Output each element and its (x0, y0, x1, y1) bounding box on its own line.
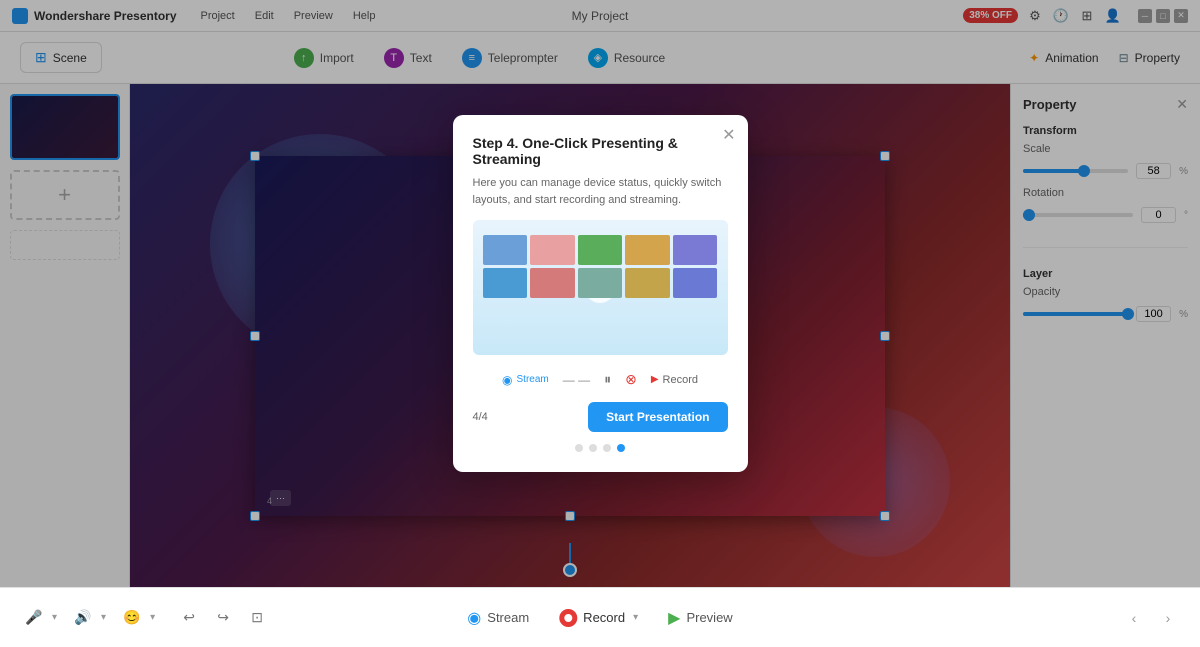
thumb-10 (673, 268, 718, 298)
speaker-group: 🔊 ▾ (69, 604, 106, 632)
camera-button[interactable]: 😊 (118, 604, 146, 632)
stream-label: Stream (487, 610, 529, 625)
stream-mini-indicator: ◉ Stream (502, 373, 549, 387)
mic-group: 🎤 ▾ (20, 604, 57, 632)
bottom-bar: 🎤 ▾ 🔊 ▾ 😊 ▾ ↩ ↪ ⊡ ◉ Stream Record ▾ ▶ (0, 587, 1200, 647)
stop-mini-button[interactable]: ⊗ (625, 371, 637, 388)
record-label: Record (583, 610, 625, 625)
layout-button[interactable]: ⊡ (243, 604, 271, 632)
stream-mini-label: Stream (517, 374, 549, 385)
separator-mini: — — (563, 373, 590, 387)
thumb-2 (530, 235, 575, 265)
dot-1 (575, 444, 583, 452)
thumb-7 (530, 268, 575, 298)
record-button[interactable]: Record ▾ (559, 609, 638, 627)
modal-close-button[interactable]: ✕ (722, 125, 735, 145)
dot-2 (589, 444, 597, 452)
mic-dropdown[interactable]: ▾ (52, 612, 57, 623)
thumb-6 (483, 268, 528, 298)
modal-description: Here you can manage device status, quick… (473, 175, 728, 208)
collapse-right-button[interactable]: › (1156, 606, 1180, 630)
dot-3 (603, 444, 611, 452)
record-mini-label: Record (663, 374, 698, 386)
progress-dots (473, 444, 728, 452)
modal-preview-image: ▶ (473, 220, 728, 355)
thumb-4 (625, 235, 670, 265)
thumbnail-grid (483, 235, 718, 298)
record-mini: ▶ Record (651, 374, 698, 386)
redo-button[interactable]: ↪ (209, 604, 237, 632)
bottom-right-controls: ‹ › (1122, 606, 1180, 630)
undo-button[interactable]: ↩ (175, 604, 203, 632)
bottom-left-controls: 🎤 ▾ 🔊 ▾ 😊 ▾ (20, 604, 155, 632)
stream-icon: ◉ (467, 608, 481, 628)
thumb-8 (578, 268, 623, 298)
bottom-center-controls: ◉ Stream Record ▾ ▶ Preview (467, 608, 732, 628)
thumb-3 (578, 235, 623, 265)
modal-mini-controls: ◉ Stream — — ⏸ ⊗ ▶ Record (473, 371, 728, 388)
camera-group: 😊 ▾ (118, 604, 155, 632)
preview-label: Preview (686, 610, 732, 625)
stream-button[interactable]: ◉ Stream (467, 608, 529, 628)
modal-progress: 4/4 (473, 411, 488, 423)
edit-tools: ↩ ↪ ⊡ (175, 604, 271, 632)
pause-mini-button[interactable]: ⏸ (604, 371, 611, 388)
modal-footer: 4/4 Start Presentation (473, 402, 728, 432)
tutorial-modal: ✕ Step 4. One-Click Presenting & Streami… (453, 115, 748, 472)
record-dropdown-icon[interactable]: ▾ (633, 612, 638, 623)
speaker-button[interactable]: 🔊 (69, 604, 97, 632)
preview-button[interactable]: ▶ Preview (668, 608, 733, 628)
record-icon (559, 609, 577, 627)
camera-dropdown[interactable]: ▾ (150, 612, 155, 623)
speaker-dropdown[interactable]: ▾ (101, 612, 106, 623)
start-presentation-button[interactable]: Start Presentation (588, 402, 727, 432)
thumb-1 (483, 235, 528, 265)
thumb-5 (673, 235, 718, 265)
mic-button[interactable]: 🎤 (20, 604, 48, 632)
dot-4-active (617, 444, 625, 452)
modal-overlay: ✕ Step 4. One-Click Presenting & Streami… (0, 0, 1200, 587)
modal-title: Step 4. One-Click Presenting & Streaming (473, 135, 728, 167)
thumb-9 (625, 268, 670, 298)
preview-icon: ▶ (668, 608, 680, 628)
collapse-left-button[interactable]: ‹ (1122, 606, 1146, 630)
record-dot (564, 614, 572, 622)
